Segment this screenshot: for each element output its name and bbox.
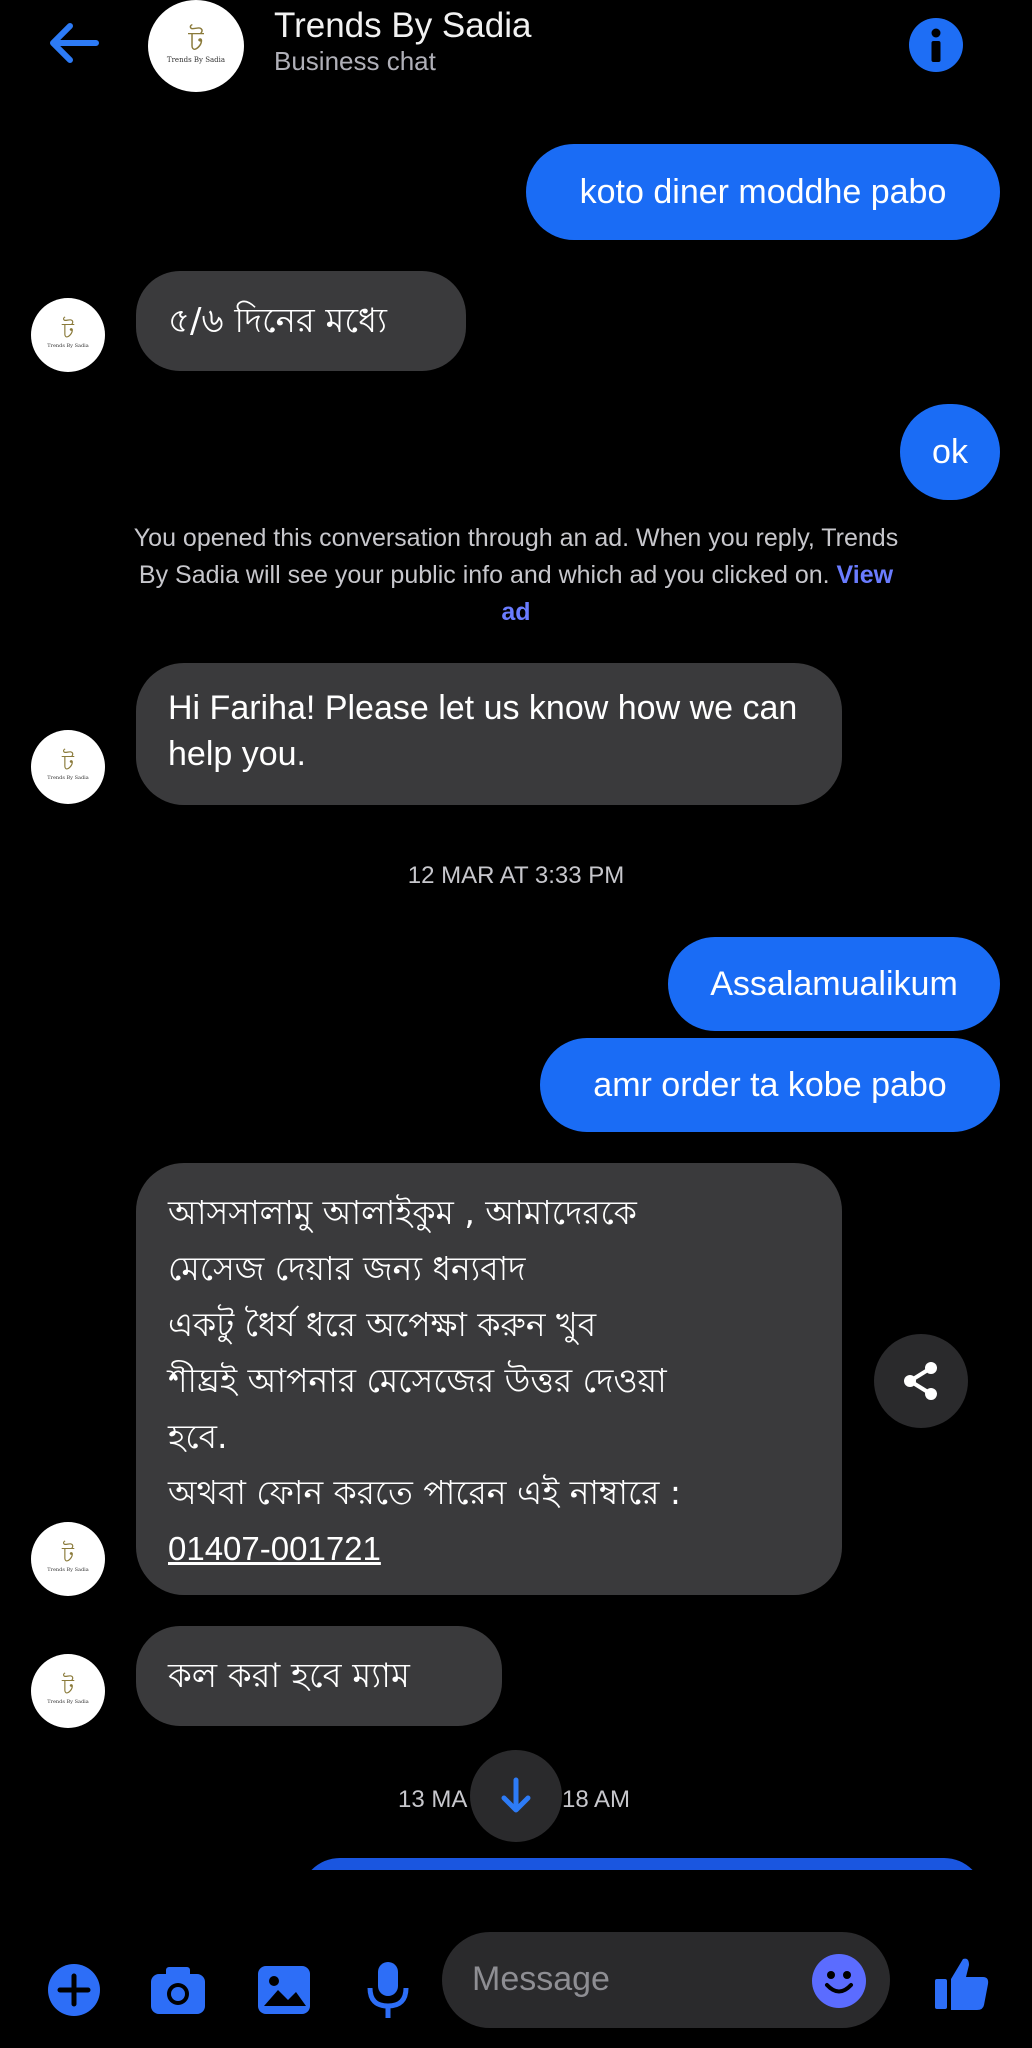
chat-subtitle: Business chat	[274, 46, 436, 76]
message-text: Hi Fariha! Please let us know how we can…	[168, 689, 798, 773]
logo-text: Trends By Sadia	[47, 1567, 89, 1573]
logo-glyph: ট	[188, 25, 204, 58]
outgoing-message[interactable]: Assalamualikum	[668, 937, 1000, 1031]
sender-avatar[interactable]: ট Trends By Sadia	[31, 1654, 105, 1728]
logo-text: Trends By Sadia	[47, 775, 89, 781]
chat-header: ট Trends By Sadia Trends By Sadia Busine…	[0, 0, 1032, 92]
back-arrow-icon[interactable]	[44, 18, 104, 68]
sender-avatar[interactable]: ট Trends By Sadia	[31, 730, 105, 804]
incoming-message[interactable]: কল করা হবে ম্যাম	[136, 1626, 502, 1726]
gallery-icon[interactable]	[254, 1960, 314, 2020]
timestamp: 18 AM	[562, 1786, 631, 1813]
ad-notice-text: You opened this conversation through an …	[133, 524, 899, 589]
incoming-message[interactable]: আসসালামু আলাইকুম , আমাদেরকে মেসেজ দেয়ার…	[136, 1163, 842, 1595]
outgoing-message[interactable]: ok	[900, 404, 1000, 500]
message-text: Assalamualikum	[710, 965, 958, 1003]
share-icon[interactable]	[874, 1334, 968, 1428]
message-line: মেসেজ দেয়ার জন্য ধন্যবাদ	[168, 1249, 526, 1288]
sender-avatar[interactable]: ট Trends By Sadia	[31, 1522, 105, 1596]
message-line: একটু ধৈর্য ধরে অপেক্ষা করুন খুব	[168, 1305, 597, 1344]
message-text: কল করা হবে ম্যাম	[168, 1656, 410, 1696]
microphone-icon[interactable]	[358, 1960, 418, 2020]
message-line: অথবা ফোন করতে পারেন এই নাম্বারে :	[168, 1473, 682, 1512]
phone-number-link[interactable]: 01407-001721	[168, 1521, 381, 1577]
incoming-message[interactable]: ৫/৬ দিনের মধ্যে	[136, 271, 466, 371]
message-text: koto diner moddhe pabo	[579, 173, 947, 211]
message-input-field[interactable]	[442, 1932, 890, 2028]
camera-icon[interactable]	[148, 1960, 208, 2020]
logo-glyph: ট	[62, 751, 74, 776]
ad-notice: You opened this conversation through an …	[130, 520, 902, 631]
logo-glyph: ট	[62, 1675, 74, 1700]
info-icon[interactable]	[909, 18, 963, 72]
timestamp: 12 MAR AT 3:33 PM	[407, 862, 625, 889]
sender-avatar[interactable]: ট Trends By Sadia	[31, 298, 105, 372]
outgoing-message[interactable]: koto diner moddhe pabo	[526, 144, 1000, 240]
incoming-message[interactable]: Hi Fariha! Please let us know how we can…	[136, 663, 842, 805]
logo-text: Trends By Sadia	[47, 343, 89, 349]
message-line: শীঘ্রই আপনার মেসেজের উত্তর দেওয়া	[168, 1361, 667, 1400]
message-line: আসসালামু আলাইকুম , আমাদেরকে	[168, 1193, 637, 1232]
plus-icon[interactable]	[44, 1960, 104, 2020]
logo-glyph: ট	[62, 319, 74, 344]
message-text: ৫/৬ দিনের মধ্যে	[168, 301, 387, 341]
message-text: amr order ta kobe pabo	[593, 1066, 947, 1104]
message-input[interactable]	[472, 1954, 772, 2004]
outgoing-message[interactable]: amr order ta kobe pabo	[540, 1038, 1000, 1132]
chat-title[interactable]: Trends By Sadia	[274, 6, 531, 46]
message-line: হবে.	[168, 1417, 228, 1456]
emoji-icon[interactable]	[812, 1954, 866, 2008]
arrow-down-icon[interactable]	[470, 1750, 562, 1842]
business-avatar[interactable]: ট Trends By Sadia	[148, 0, 244, 92]
timestamp: 13 MA	[398, 1786, 468, 1813]
logo-text: Trends By Sadia	[166, 56, 226, 64]
thumbs-up-icon[interactable]	[930, 1952, 994, 2016]
logo-glyph: ট	[62, 1543, 74, 1568]
logo-text: Trends By Sadia	[47, 1699, 89, 1705]
message-text: ok	[932, 433, 968, 471]
